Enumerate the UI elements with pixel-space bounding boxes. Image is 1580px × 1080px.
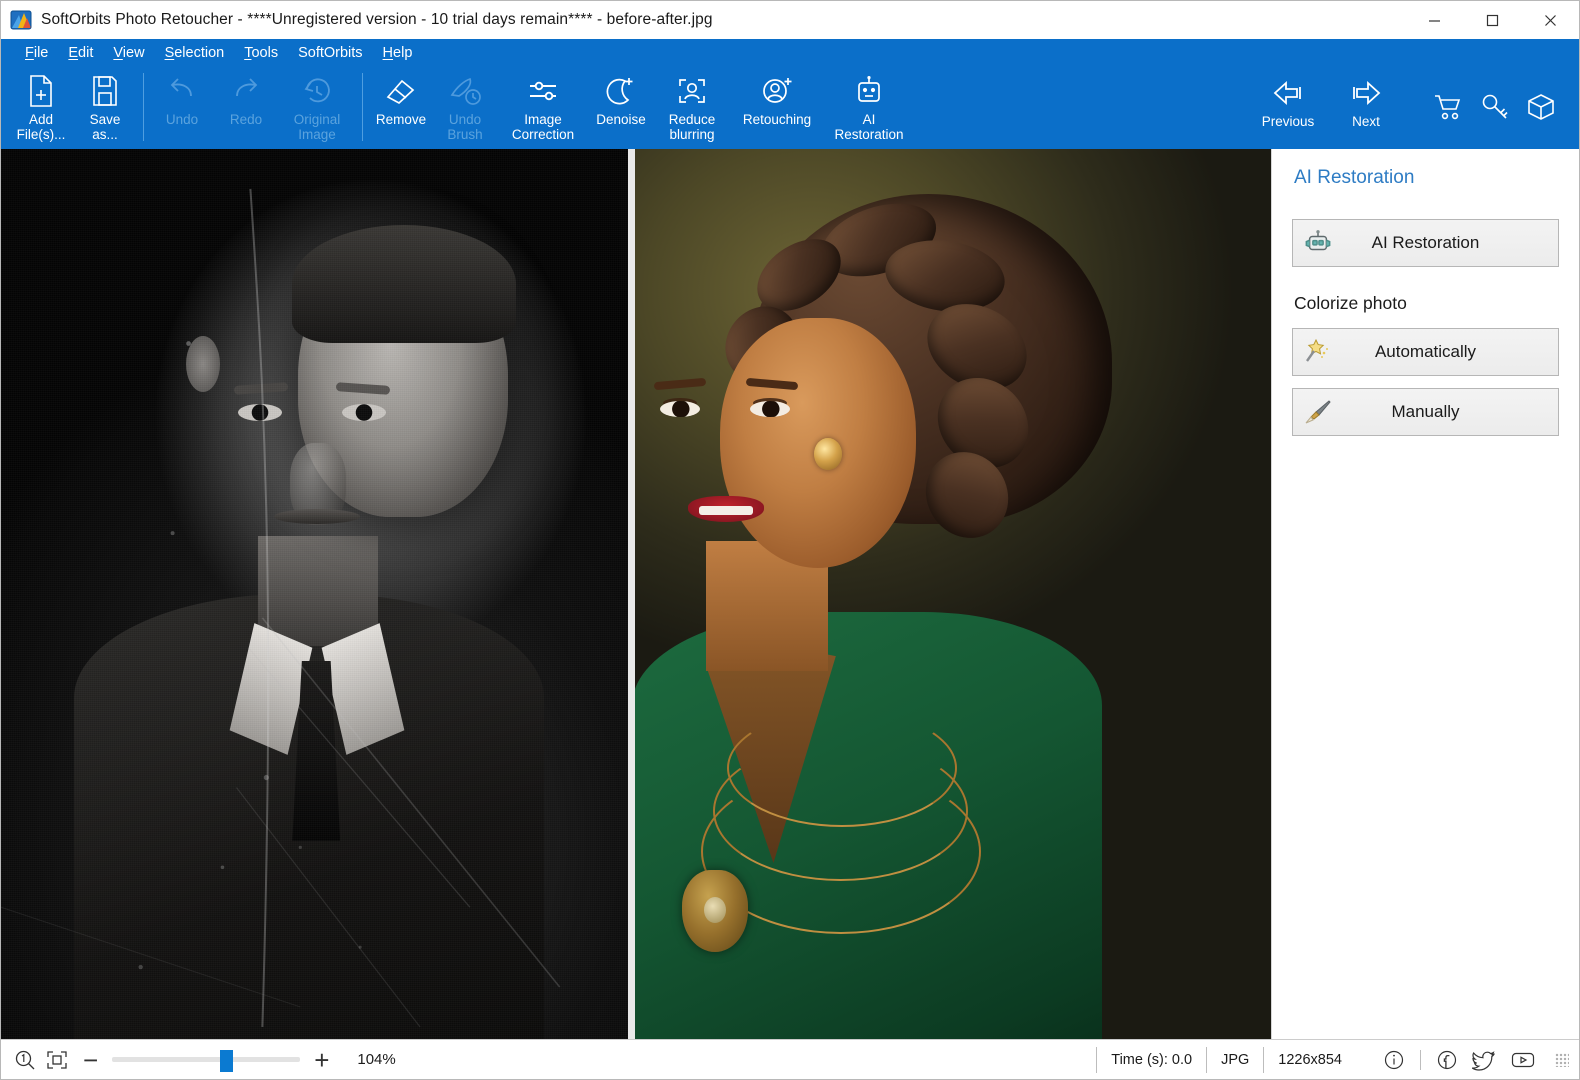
- facebook-icon[interactable]: [1436, 1049, 1458, 1071]
- add-file-icon: [26, 72, 56, 110]
- panel-title: AI Restoration: [1292, 167, 1559, 189]
- menu-item-selection[interactable]: Selection: [155, 41, 235, 65]
- ai-restoration-panel: AI Restoration AI Restoration Colorize p…: [1271, 149, 1579, 1039]
- redo-arrow-icon: [230, 72, 262, 110]
- colorize-automatically-button[interactable]: Automatically: [1292, 328, 1559, 376]
- toolbar-label: Remove: [376, 112, 426, 127]
- toolbar-label: Redo: [230, 112, 262, 127]
- menu-item-help[interactable]: Help: [373, 41, 423, 65]
- toolbar-label: Retouching: [743, 112, 811, 127]
- menu-bar: File Edit View Selection Tools SoftOrbit…: [1, 39, 1579, 67]
- toolbar-separator: [143, 73, 144, 141]
- image-canvas[interactable]: [1, 149, 1271, 1039]
- arrow-right-icon: [1348, 74, 1384, 112]
- toolbar-label: Image Correction: [512, 112, 574, 142]
- toolbar-label: Original Image: [294, 112, 341, 142]
- menu-item-softorbits[interactable]: SoftOrbits: [288, 41, 372, 65]
- image-divider: [628, 149, 635, 1039]
- cart-icon[interactable]: [1433, 93, 1463, 126]
- zoom-slider-thumb[interactable]: [220, 1050, 233, 1072]
- zoom-slider[interactable]: [112, 1050, 300, 1070]
- save-as-icon: [90, 72, 120, 110]
- menu-item-tools[interactable]: Tools: [234, 41, 288, 65]
- reduce-blurring-button[interactable]: Reduce blurring: [653, 67, 731, 145]
- toolbar-label: Undo: [166, 112, 198, 127]
- save-as-button[interactable]: Save as...: [73, 67, 137, 145]
- remove-button[interactable]: Remove: [369, 67, 433, 145]
- face-focus-icon: [675, 72, 709, 110]
- next-button[interactable]: Next: [1327, 69, 1405, 147]
- toolbar-label: Add File(s)...: [17, 112, 66, 142]
- sliders-icon: [526, 72, 560, 110]
- toolbar-label: Save as...: [90, 112, 121, 142]
- magic-wand-icon: [1297, 329, 1339, 375]
- toolbar-right-icons: [1433, 93, 1555, 126]
- close-icon[interactable]: [1521, 1, 1579, 39]
- minimize-icon[interactable]: [1405, 1, 1463, 39]
- retouching-button[interactable]: Retouching: [731, 67, 823, 145]
- dimensions-label: 1226x854: [1263, 1047, 1356, 1073]
- info-icon[interactable]: [1383, 1049, 1405, 1071]
- social-links: [1378, 1049, 1541, 1071]
- toolbar-label: AI Restoration: [834, 112, 903, 142]
- status-divider: [1420, 1050, 1421, 1070]
- undo-button: Undo: [150, 67, 214, 145]
- nav-label: Previous: [1262, 114, 1315, 129]
- history-clock-icon: [301, 72, 333, 110]
- youtube-icon[interactable]: [1510, 1049, 1536, 1071]
- toolbar-label: Denoise: [596, 112, 646, 127]
- zoom-one-to-one-icon[interactable]: [14, 1049, 36, 1071]
- resize-grip[interactable]: [1555, 1053, 1569, 1067]
- robot-icon: [853, 72, 885, 110]
- redo-button: Redo: [214, 67, 278, 145]
- after-image[interactable]: [635, 149, 1272, 1039]
- arrow-left-icon: [1270, 74, 1306, 112]
- work-area: AI Restoration AI Restoration Colorize p…: [1, 149, 1579, 1039]
- softorbits-logo-icon: [10, 9, 32, 31]
- zoom-slider-track: [112, 1057, 300, 1062]
- key-icon[interactable]: [1481, 93, 1509, 126]
- person-sparkle-icon: [760, 72, 794, 110]
- time-label: Time (s): 0.0: [1096, 1047, 1206, 1073]
- undo-arrow-icon: [166, 72, 198, 110]
- toolbar-label: Reduce blurring: [669, 112, 716, 142]
- toolbar-separator: [362, 73, 363, 141]
- add-files-button[interactable]: Add File(s)...: [9, 67, 73, 145]
- zoom-out-button[interactable]: −: [73, 1047, 108, 1073]
- window-title: SoftOrbits Photo Retoucher - ****Unregis…: [41, 11, 713, 29]
- panel-ai-restoration-button[interactable]: AI Restoration: [1292, 219, 1559, 267]
- colorize-manually-button[interactable]: Manually: [1292, 388, 1559, 436]
- fit-to-screen-icon[interactable]: [46, 1050, 68, 1070]
- maximize-icon[interactable]: [1463, 1, 1521, 39]
- ai-restoration-button[interactable]: AI Restoration: [823, 67, 915, 145]
- menu-item-view[interactable]: View: [103, 41, 154, 65]
- paint-brush-icon: [1297, 389, 1339, 435]
- navigation-group: Previous Next: [1249, 67, 1405, 147]
- denoise-button[interactable]: Denoise: [589, 67, 653, 145]
- toolbar: Add File(s)... Save as... Undo: [1, 67, 1579, 149]
- format-label: JPG: [1206, 1047, 1263, 1073]
- before-image[interactable]: [1, 149, 628, 1039]
- status-bar: − + 104% Time (s): 0.0 JPG 1226x854: [1, 1039, 1579, 1079]
- zoom-percent-label: 104%: [357, 1051, 395, 1068]
- moon-sparkle-icon: [604, 72, 638, 110]
- title-bar: SoftOrbits Photo Retoucher - ****Unregis…: [1, 1, 1579, 39]
- box-icon[interactable]: [1527, 93, 1555, 126]
- undo-brush-button: Undo Brush: [433, 67, 497, 145]
- previous-button[interactable]: Previous: [1249, 69, 1327, 147]
- application-window: SoftOrbits Photo Retoucher - ****Unregis…: [0, 0, 1580, 1080]
- robot-icon: [1297, 220, 1339, 266]
- colorize-photo-label: Colorize photo: [1294, 293, 1559, 314]
- twitter-icon[interactable]: [1472, 1049, 1496, 1071]
- toolbar-label: Undo Brush: [447, 112, 482, 142]
- eraser-icon: [384, 72, 418, 110]
- menu-item-file[interactable]: File: [15, 41, 58, 65]
- nav-label: Next: [1352, 114, 1380, 129]
- menu-item-edit[interactable]: Edit: [58, 41, 103, 65]
- zoom-in-button[interactable]: +: [304, 1047, 339, 1073]
- image-correction-button[interactable]: Image Correction: [497, 67, 589, 145]
- window-controls: [1405, 1, 1579, 39]
- original-image-button: Original Image: [278, 67, 356, 145]
- undo-brush-icon: [448, 72, 482, 110]
